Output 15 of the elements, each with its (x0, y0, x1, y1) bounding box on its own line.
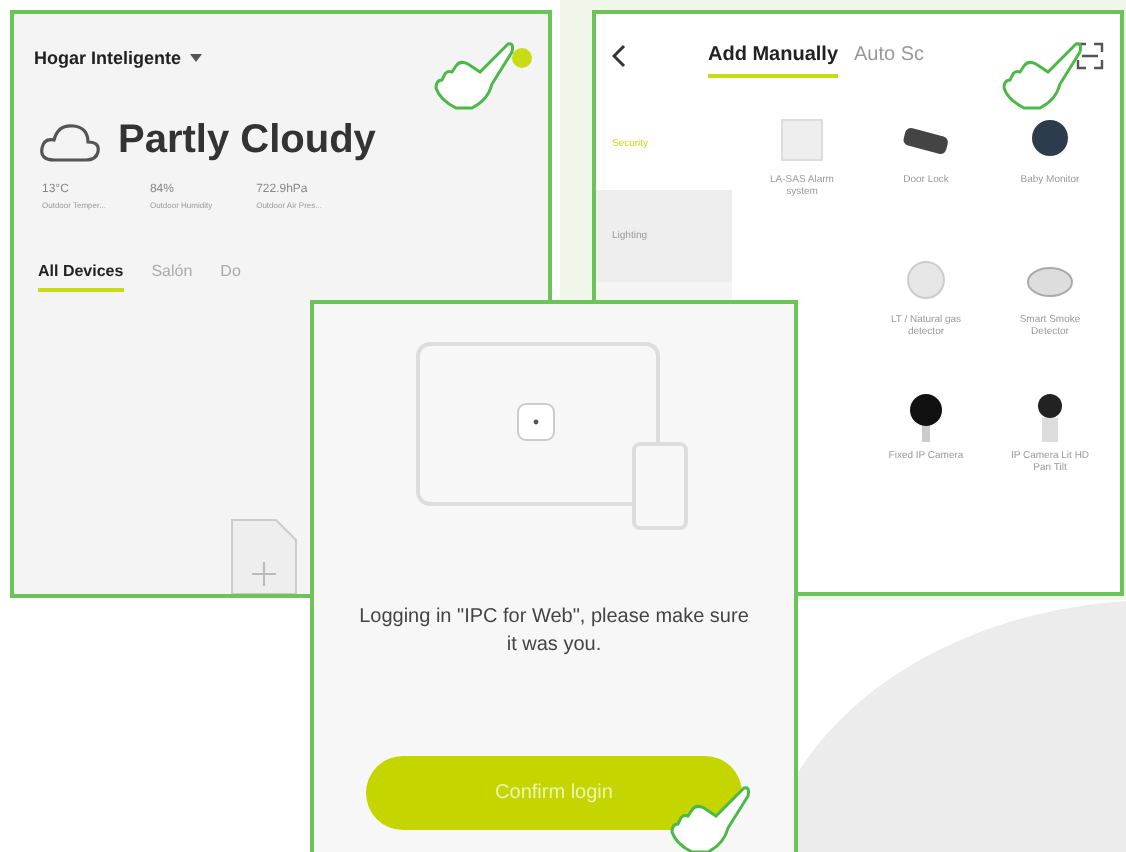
alarm-panel-icon (776, 114, 828, 166)
mode-tab[interactable]: Add Manually (708, 35, 839, 77)
home-title[interactable]: Hogar Inteligente (34, 48, 182, 68)
mode-tab[interactable]: Auto Sc (854, 35, 925, 77)
camera-icon (910, 394, 942, 442)
weather-text: Partly Cloudy (118, 118, 376, 164)
scan-icon[interactable] (1076, 42, 1104, 70)
room-tab[interactable]: Salón (151, 262, 193, 292)
back-icon[interactable] (612, 44, 626, 68)
login-message: Logging in "IPC for Web", please make sure it was you. (358, 604, 750, 660)
cloud-icon (38, 119, 102, 163)
room-tab[interactable]: Do (220, 262, 241, 292)
caret-icon[interactable] (189, 54, 202, 62)
room-tab[interactable]: All Devices (38, 262, 124, 292)
camera-icon (1038, 394, 1062, 442)
